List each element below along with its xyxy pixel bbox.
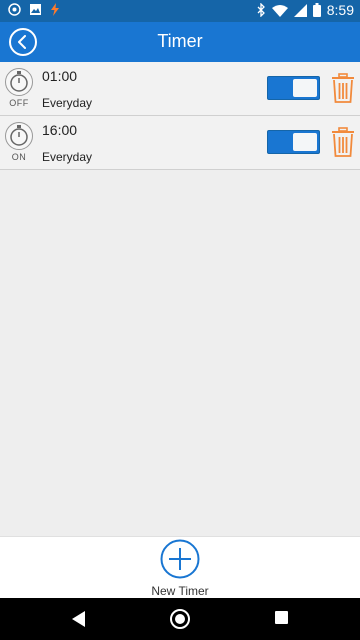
trash-icon[interactable] [331, 127, 355, 157]
timer-repeat: Everyday [42, 150, 93, 164]
image-icon [30, 4, 41, 15]
chrome-icon [8, 3, 21, 16]
system-nav-bar [0, 598, 360, 640]
signal-icon [293, 3, 307, 17]
timer-repeat: Everyday [42, 96, 93, 110]
nav-back-icon[interactable] [72, 611, 86, 627]
stopwatch-icon [5, 122, 33, 150]
timer-toggle[interactable] [267, 76, 320, 100]
bottom-bar: New Timer [0, 536, 360, 598]
timer-list: OFF 01:00 Everyday ON 16:00 Everyday [0, 62, 360, 170]
nav-home-icon[interactable] [170, 609, 190, 629]
timer-row[interactable]: ON 16:00 Everyday [0, 116, 360, 170]
status-bar: 8:59 [0, 0, 360, 22]
battery-icon [312, 3, 321, 17]
bluetooth-icon [257, 3, 265, 17]
app-bar: Timer [0, 22, 360, 62]
timer-time: 01:00 [42, 68, 78, 84]
stopwatch-icon [5, 68, 33, 96]
timer-toggle[interactable] [267, 130, 320, 154]
wifi-icon [271, 4, 288, 17]
add-timer-button[interactable] [160, 539, 200, 579]
timer-state-label: ON [11, 152, 27, 162]
timer-state-label: OFF [9, 98, 29, 108]
page-title: Timer [157, 31, 203, 51]
flash-icon [51, 3, 59, 16]
timer-row[interactable]: OFF 01:00 Everyday [0, 62, 360, 116]
nav-recents-icon[interactable] [275, 611, 288, 624]
trash-icon[interactable] [331, 73, 355, 103]
status-time: 8:59 [326, 2, 354, 18]
timer-time: 16:00 [42, 122, 78, 138]
add-timer-label[interactable]: New Timer [0, 584, 360, 598]
